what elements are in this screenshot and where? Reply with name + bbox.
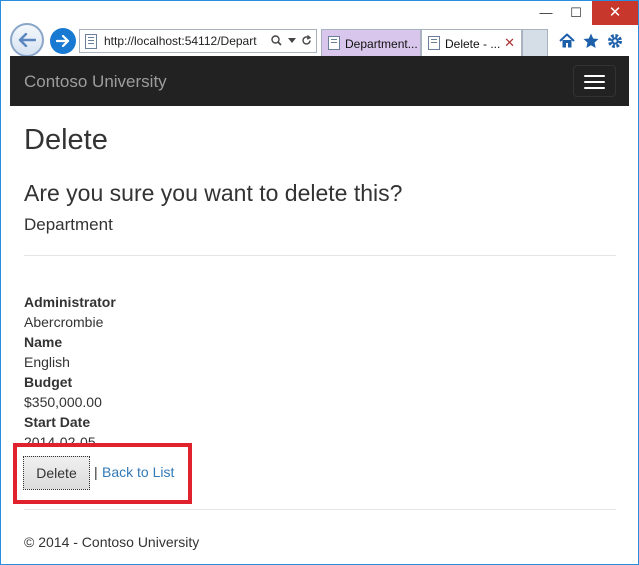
menu-icon-bar	[584, 87, 605, 89]
details-list: Administrator Abercrombie Name English B…	[24, 292, 116, 452]
tab-label: Department...	[345, 37, 418, 51]
link-separator: |	[94, 464, 98, 480]
tab-departments[interactable]: Department...	[321, 29, 421, 56]
app-navbar: Contoso University	[10, 56, 629, 106]
back-to-list-link[interactable]: Back to List	[102, 464, 174, 480]
main-content: Delete Are you sure you want to delete t…	[10, 106, 629, 561]
field-label: Administrator	[24, 294, 116, 310]
new-tab-button[interactable]	[522, 29, 548, 56]
gear-icon[interactable]	[606, 32, 624, 50]
menu-icon-bar	[584, 75, 605, 77]
field-value: $350,000.00	[24, 394, 102, 410]
field-label: Start Date	[24, 414, 91, 430]
close-tab-icon[interactable]: ✕	[504, 35, 515, 51]
back-arrow-icon	[18, 33, 36, 47]
home-icon[interactable]	[558, 32, 576, 50]
page-icon	[85, 34, 97, 49]
brand-link[interactable]: Contoso University	[24, 72, 167, 92]
maximize-button[interactable]: ☐	[562, 3, 590, 23]
refresh-icon[interactable]	[301, 35, 312, 46]
tab-delete[interactable]: Delete - ... ✕	[421, 29, 522, 56]
dropdown-icon[interactable]	[287, 37, 296, 44]
field-value: English	[24, 354, 70, 370]
back-button[interactable]	[10, 23, 44, 57]
menu-icon-bar	[584, 81, 605, 83]
footer-divider	[24, 509, 616, 510]
search-icon[interactable]	[271, 35, 282, 46]
confirm-question: Are you sure you want to delete this?	[24, 180, 403, 206]
delete-button[interactable]: Delete	[23, 456, 90, 490]
divider	[24, 255, 616, 256]
page-title: Delete	[24, 124, 108, 156]
page-icon	[328, 36, 340, 50]
field-label: Budget	[24, 374, 73, 390]
minimize-button[interactable]: —	[532, 3, 560, 23]
page-icon	[428, 36, 440, 50]
field-label: Name	[24, 334, 63, 350]
navbar-toggle-button[interactable]	[573, 65, 616, 97]
forward-button[interactable]	[50, 28, 76, 54]
address-bar[interactable]: http://localhost:54112/Depart	[79, 29, 317, 53]
browser-window: — ☐ ✕ http://localhost:54112/Depart Depa…	[0, 0, 639, 565]
entity-heading: Department	[24, 215, 113, 234]
footer-text: © 2014 - Contoso University	[24, 534, 200, 550]
star-icon[interactable]	[582, 32, 600, 50]
tab-label: Delete - ...	[445, 37, 501, 51]
field-value: Abercrombie	[24, 314, 104, 330]
url-text[interactable]: http://localhost:54112/Depart	[104, 34, 262, 48]
close-window-button[interactable]: ✕	[592, 1, 638, 25]
browser-chrome: — ☐ ✕ http://localhost:54112/Depart Depa…	[1, 1, 638, 57]
forward-arrow-icon	[56, 35, 70, 47]
